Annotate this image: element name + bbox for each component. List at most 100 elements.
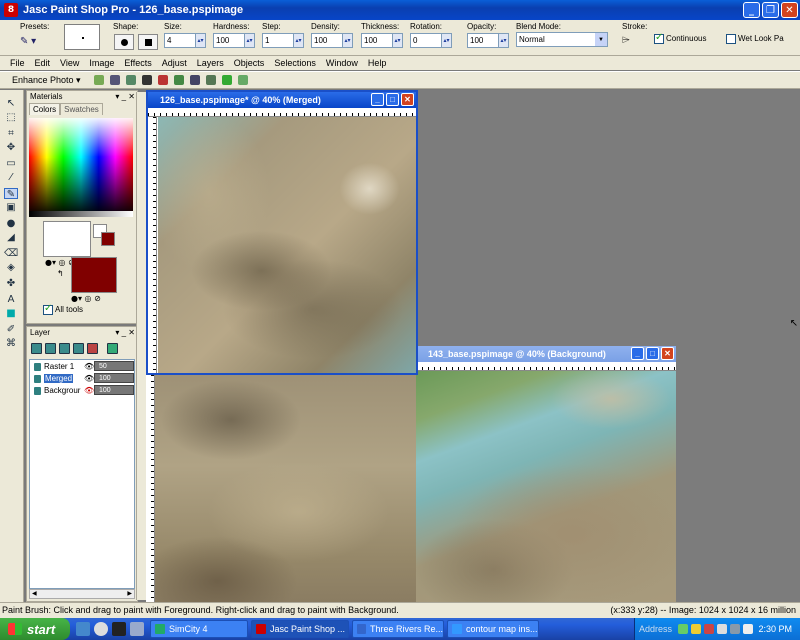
mask-icon[interactable] — [73, 343, 84, 354]
menu-help[interactable]: Help — [368, 56, 387, 70]
eraser-icon[interactable]: ⌫ — [4, 248, 18, 259]
contrast-icon[interactable] — [141, 75, 152, 85]
menu-image[interactable]: Image — [89, 56, 114, 70]
layer-properties-icon[interactable] — [107, 343, 118, 354]
minimize-button[interactable]: _ — [631, 347, 644, 360]
task-simcity[interactable]: SimCity 4 — [150, 620, 248, 638]
address-label[interactable]: Address — [639, 624, 672, 634]
layer-opacity[interactable]: 50 — [94, 361, 134, 371]
image-canvas[interactable] — [416, 371, 676, 602]
visibility-eye-icon[interactable]: 👁 — [84, 386, 94, 395]
text-icon[interactable]: A — [4, 294, 18, 305]
dodge-icon[interactable]: ◢ — [4, 232, 18, 243]
blend-mode-select[interactable]: Normal ▼ — [516, 32, 608, 47]
tab-swatches[interactable]: Swatches — [60, 103, 103, 115]
desktop-icon[interactable] — [76, 622, 90, 636]
photo-icon[interactable] — [221, 75, 232, 85]
menu-selections[interactable]: Selections — [274, 56, 316, 70]
palette-controls-icon[interactable]: ▾ _ ✕ — [115, 91, 135, 103]
menu-objects[interactable]: Objects — [234, 56, 265, 70]
fill-icon[interactable]: ◈ — [4, 262, 18, 273]
layer-opacity[interactable]: 100 — [94, 373, 134, 383]
shape-round-button[interactable] — [114, 34, 134, 50]
visibility-eye-icon[interactable]: 👁 — [84, 362, 94, 371]
continuous-checkbox[interactable] — [654, 32, 664, 44]
foreground-swatch[interactable] — [43, 221, 91, 257]
menu-adjust[interactable]: Adjust — [162, 56, 187, 70]
image-window-title-bar[interactable]: 143_base.pspimage @ 40% (Background) _ □… — [416, 346, 676, 362]
swap-icon[interactable]: ↰ — [57, 269, 64, 278]
close-button[interactable]: ✕ — [781, 2, 798, 18]
size-input[interactable]: 4 — [164, 33, 196, 48]
color-spectrum[interactable] — [29, 118, 133, 216]
maximize-button[interactable]: □ — [386, 93, 399, 106]
background-style-icon[interactable]: ●▾ ◎ ⊘ — [71, 294, 101, 303]
image-canvas-background[interactable] — [150, 374, 420, 602]
density-spinner[interactable]: ▴▾ — [343, 33, 353, 48]
grayscale-strip[interactable] — [29, 211, 133, 217]
menu-window[interactable]: Window — [326, 56, 358, 70]
task-paintshop[interactable]: Jasc Paint Shop ... — [251, 620, 349, 638]
tray-icon[interactable] — [678, 624, 689, 634]
maximize-button[interactable]: □ — [646, 347, 659, 360]
image-canvas[interactable] — [158, 117, 416, 373]
clarify-icon[interactable] — [109, 75, 120, 85]
task-threerivers[interactable]: Three Rivers Re... — [352, 620, 444, 638]
start-button[interactable]: start — [0, 618, 70, 640]
layer-row[interactable]: Backgrour 👁 100 — [30, 384, 134, 396]
histogram-icon[interactable] — [189, 75, 200, 85]
pan-arrow-icon[interactable]: ↖ — [4, 98, 18, 109]
opacity-input[interactable]: 100 — [467, 33, 499, 48]
warp-icon[interactable]: ⌘ — [4, 338, 18, 349]
thickness-spinner[interactable]: ▴▾ — [393, 33, 403, 48]
wet-look-checkbox[interactable] — [726, 34, 736, 44]
fade-correction-icon[interactable] — [157, 75, 168, 85]
new-vector-layer-icon[interactable] — [45, 343, 56, 354]
chevron-down-icon[interactable]: ▼ — [595, 33, 607, 46]
selection-icon[interactable]: ⬚ — [4, 112, 18, 123]
rotation-spinner[interactable]: ▴▾ — [442, 33, 452, 48]
layer-row[interactable]: Raster 1 👁 50 — [30, 360, 134, 372]
media-icon[interactable] — [94, 622, 108, 636]
shape-square-button[interactable] — [138, 34, 158, 50]
new-raster-layer-icon[interactable] — [31, 343, 42, 354]
blur-icon[interactable]: ● — [4, 218, 18, 229]
layer-opacity[interactable]: 100 — [94, 385, 134, 395]
tab-colors[interactable]: Colors — [29, 103, 61, 115]
program-icon[interactable] — [130, 622, 144, 636]
continuous-option[interactable]: Continuous — [654, 32, 706, 44]
rectangle-icon[interactable]: ▭ — [4, 158, 18, 169]
palette-divider[interactable] — [136, 92, 146, 600]
background-swatch[interactable] — [71, 257, 117, 293]
pen-icon[interactable]: ✐ — [4, 324, 18, 335]
paint-brush-icon[interactable]: ✎ — [4, 188, 18, 200]
menu-effects[interactable]: Effects — [124, 56, 151, 70]
sharpen-icon[interactable] — [173, 75, 184, 85]
picture-tube-icon[interactable]: ✤ — [4, 278, 18, 289]
minimize-button[interactable]: _ — [371, 93, 384, 106]
layer-scrollbar[interactable]: ◀ ▶ — [29, 589, 135, 599]
small-background-swatch[interactable] — [101, 232, 115, 246]
settings-icon[interactable] — [237, 75, 248, 85]
visibility-eye-icon[interactable]: 👁 — [84, 374, 94, 383]
flac-icon[interactable] — [112, 622, 126, 636]
all-tools-option[interactable]: All tools — [43, 303, 83, 315]
close-button[interactable]: ✕ — [661, 347, 674, 360]
image-window-title-bar[interactable]: 126_base.pspimage* @ 40% (Merged) _ □ ✕ — [148, 92, 416, 108]
menu-layers[interactable]: Layers — [197, 56, 224, 70]
wet-look-option[interactable]: Wet Look Pa — [726, 34, 784, 44]
palette-controls-icon[interactable]: ▾ _ ✕ — [115, 327, 135, 339]
menu-view[interactable]: View — [60, 56, 79, 70]
minimize-button[interactable]: _ — [743, 2, 760, 18]
task-contour[interactable]: contour map ins... — [447, 620, 539, 638]
size-spinner[interactable]: ▴▾ — [196, 33, 206, 48]
rotation-input[interactable]: 0 — [410, 33, 442, 48]
workspace[interactable]: 143_base.pspimage @ 40% (Background) _ □… — [146, 90, 800, 602]
brush-preview[interactable] — [64, 24, 100, 50]
red-eye-icon[interactable] — [93, 75, 104, 85]
clone-icon[interactable]: ▣ — [4, 202, 18, 213]
all-tools-checkbox[interactable] — [43, 303, 53, 315]
brush-icon[interactable]: ✎ ▾ — [20, 36, 36, 47]
thickness-input[interactable]: 100 — [361, 33, 393, 48]
clock[interactable]: 2:30 PM — [758, 624, 792, 634]
